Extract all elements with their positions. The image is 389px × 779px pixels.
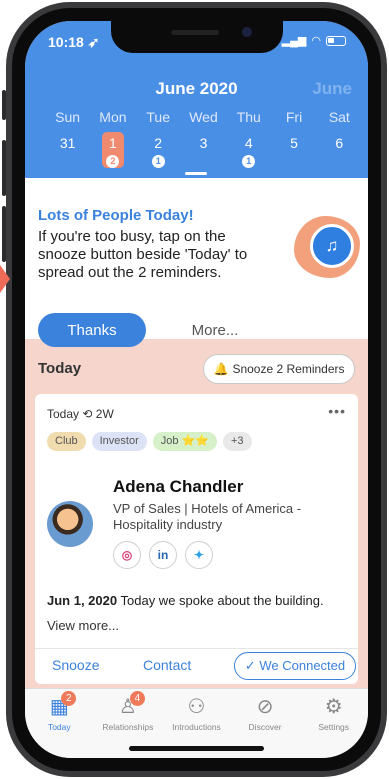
reminder-count-badge: 1 [151, 155, 165, 168]
tab-label: Today [47, 722, 71, 732]
tag-chip[interactable]: Investor [91, 432, 147, 451]
tag-chip[interactable]: Job ⭐⭐ [152, 432, 217, 451]
calendar-day[interactable]: 31 [45, 135, 90, 171]
day-number: 3 [199, 135, 208, 151]
gear-icon: ⚙ [324, 696, 343, 718]
day-number: 2 [154, 135, 163, 151]
divider [35, 648, 358, 649]
calendar-icon: ▦ [49, 696, 69, 718]
note-text: Today we spoke about the building. [120, 593, 324, 608]
tab-label: Relationships [102, 722, 154, 732]
people-icon: ♙ [118, 696, 137, 718]
notch [111, 21, 283, 53]
day-number: 31 [59, 135, 76, 151]
linkedin-icon[interactable]: in [149, 541, 177, 569]
tip-body: If you're too busy, tap on the snooze bu… [38, 228, 248, 281]
thanks-button[interactable]: Thanks [38, 313, 146, 347]
tab-label: Introductions [172, 722, 221, 732]
status-time: 10:18 ➶ [48, 34, 100, 50]
tab-today[interactable]: ▦ 2 Today [25, 689, 94, 758]
app-screen: 10:18 ➶ ▂▄▆ ◠ June 2020 June Sun Mon Tue We… [25, 21, 368, 758]
snooze-bell-icon: 🔔 [213, 362, 229, 376]
today-heading: Today [38, 360, 82, 377]
calendar-day[interactable]: 41 [226, 135, 271, 171]
tag-chip[interactable]: +3 [222, 432, 252, 451]
weekday-label: Thu [236, 109, 261, 125]
snooze-bell-icon: ♫ [310, 224, 354, 268]
card-actions: Snooze Contact ✓ We Connected [35, 652, 358, 682]
day-number: 4 [244, 135, 253, 151]
contact-button[interactable]: Contact [143, 657, 191, 673]
view-more-link[interactable]: View more... [47, 618, 119, 633]
tip-title: Lots of People Today! [38, 207, 194, 224]
drag-handle[interactable] [185, 172, 207, 175]
compass-icon: ⊘ [256, 696, 274, 718]
speaker-grille [171, 30, 219, 35]
location-arrow-icon: ➶ [87, 34, 100, 50]
instagram-icon[interactable]: ◎ [113, 541, 141, 569]
weekday-label: Fri [285, 109, 303, 125]
snooze-illustration: ♫ [286, 208, 368, 290]
tab-settings[interactable]: ⚙ Settings [299, 689, 368, 758]
avatar[interactable] [47, 501, 93, 547]
snooze-reminders-label: Snooze 2 Reminders [232, 362, 345, 376]
weekday-label: Sat [328, 109, 350, 125]
contact-title: VP of Sales | Hotels of America - Hospit… [113, 501, 302, 532]
contact-name[interactable]: Adena Chandler [113, 477, 243, 497]
more-button[interactable]: More... [175, 313, 255, 347]
signal-icon: ▂▄▆ [281, 35, 307, 47]
tag-chip[interactable]: Club [47, 432, 86, 451]
note-date: Jun 1, 2020 [47, 593, 118, 608]
contact-card[interactable]: Today ⟲ 2W ••• Club Investor Job ⭐⭐ +3 Aden… [35, 394, 358, 684]
volume-down-button [2, 206, 6, 262]
history-icon: ⟲ [82, 407, 93, 421]
calendar-day[interactable]: 3 [181, 135, 226, 171]
we-connected-label: We Connected [259, 658, 346, 673]
day-number: 5 [290, 135, 298, 151]
mute-switch [2, 90, 6, 120]
weekday-label: Tue [146, 109, 170, 125]
tag-list: Club Investor Job ⭐⭐ +3 [47, 432, 252, 451]
day-number: 6 [335, 135, 344, 151]
meta-frequency: 2W [95, 407, 114, 421]
calendar-day[interactable]: 6 [317, 135, 362, 171]
battery-icon [326, 35, 346, 46]
tab-count-badge: 4 [129, 691, 145, 706]
we-connected-button[interactable]: ✓ We Connected [234, 652, 356, 680]
weekday-label: Mon [99, 109, 127, 125]
reminder-count-badge: 1 [242, 155, 256, 168]
note: Jun 1, 2020 Today we spoke about the bui… [47, 593, 350, 608]
day-row: 31 1 2 2 1 3 4 1 5 6 [45, 132, 362, 171]
snooze-reminders-button[interactable]: 🔔 Snooze 2 Reminders [203, 354, 355, 384]
more-options-icon[interactable]: ••• [328, 403, 346, 419]
pointer-arrow-icon [0, 265, 10, 293]
weekday-row: Sun Mon Tue Wed Thu Fri Sat [45, 109, 362, 125]
day-number: 1 [109, 135, 117, 151]
connected-check-icon: ✓ [244, 658, 256, 673]
snooze-button[interactable]: Snooze [52, 657, 99, 673]
card-meta: Today ⟲ 2W [47, 407, 114, 421]
wifi-icon: ◠ [311, 35, 321, 47]
calendar-day[interactable]: 12 [90, 132, 135, 171]
calendar-day[interactable]: 21 [136, 135, 181, 171]
social-links: ◎ in ✦ [113, 541, 213, 569]
tab-label: Discover [248, 722, 282, 732]
status-icons: ▂▄▆ ◠ [282, 34, 346, 47]
volume-up-button [2, 140, 6, 196]
tab-label: Settings [318, 722, 350, 732]
weekday-label: Sun [55, 109, 81, 125]
tip-card: Lots of People Today! If you're too busy… [25, 178, 368, 347]
twitter-icon[interactable]: ✦ [185, 541, 213, 569]
handshake-icon: ⚇ [187, 696, 206, 718]
weekday-label: Wed [189, 109, 218, 125]
next-month-peek[interactable]: June [312, 79, 352, 99]
meta-when: Today [47, 407, 80, 421]
calendar-day[interactable]: 5 [271, 135, 316, 171]
camera-icon [242, 27, 252, 37]
home-indicator[interactable] [129, 746, 264, 751]
